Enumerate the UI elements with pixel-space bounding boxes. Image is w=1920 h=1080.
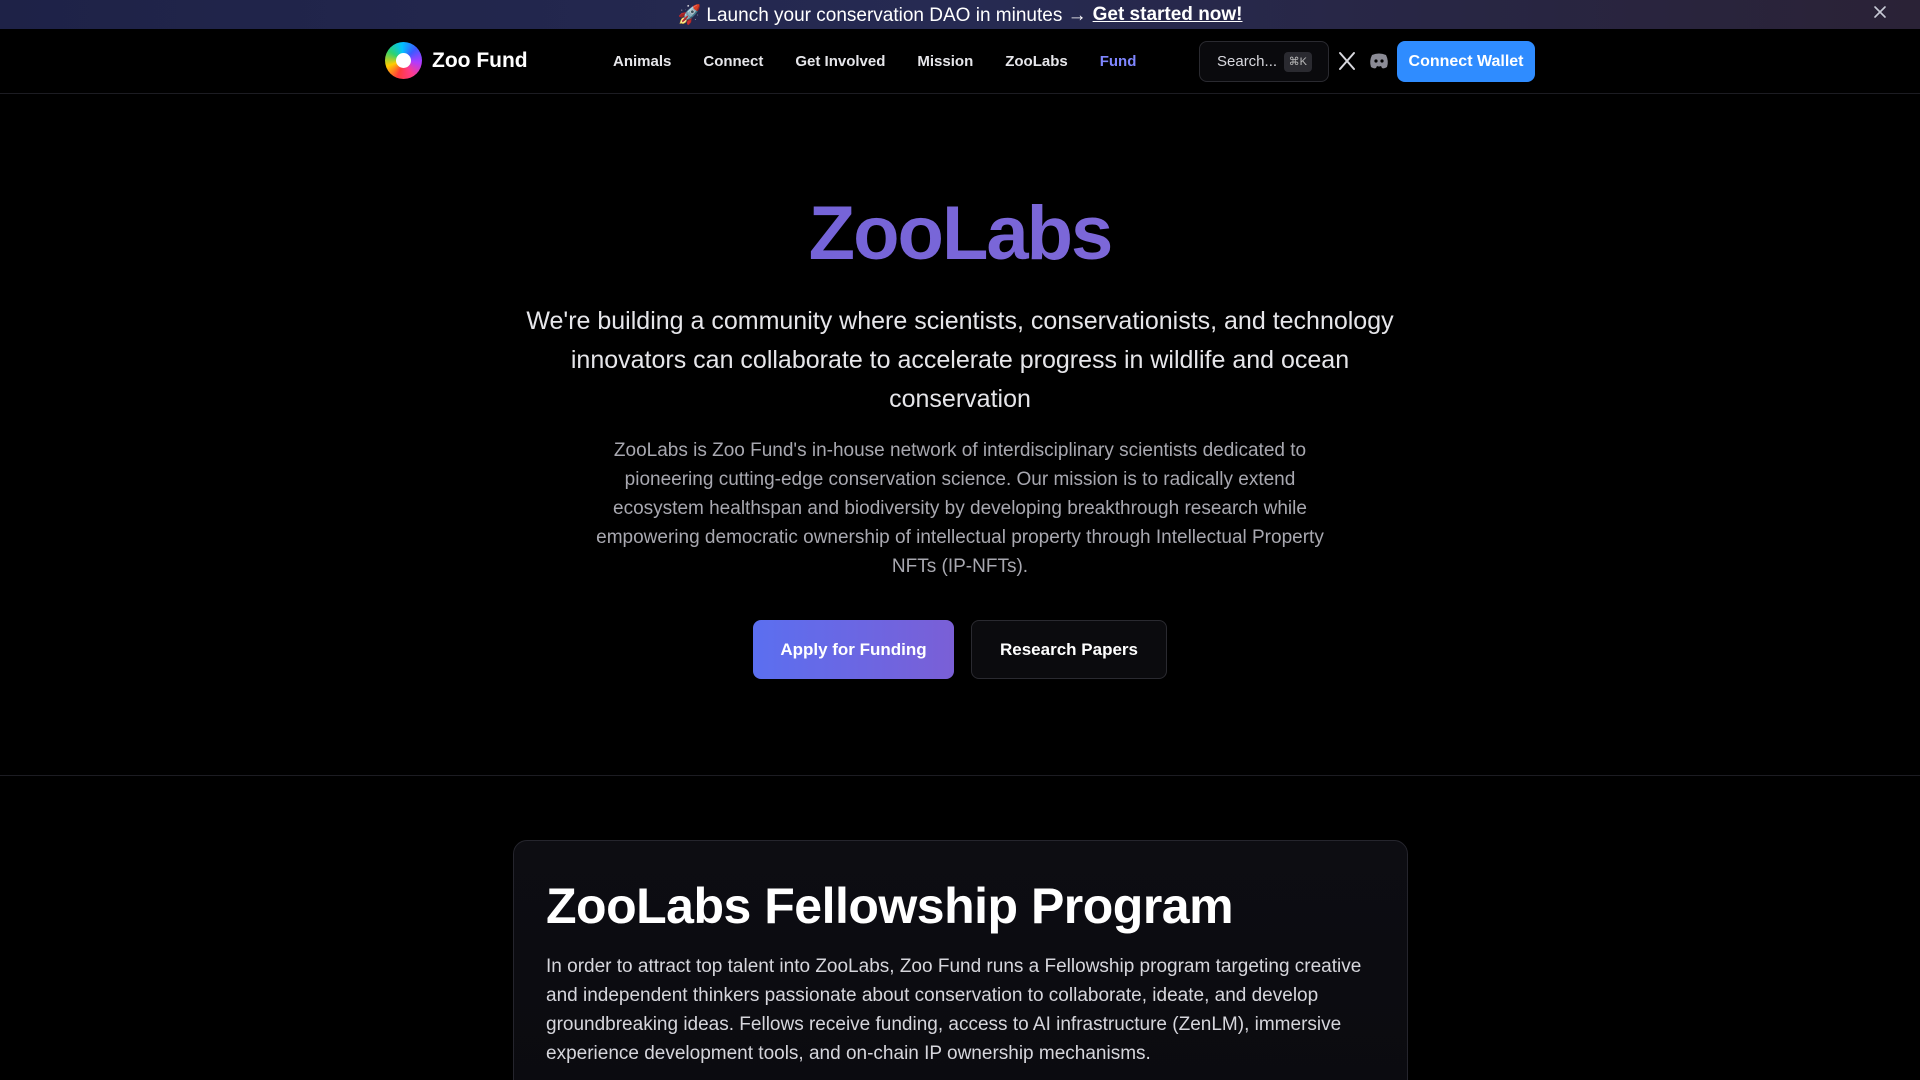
search-button[interactable]: Search... ⌘K: [1199, 41, 1329, 82]
nav-links: Animals Connect Get Involved Mission Zoo…: [613, 29, 1168, 94]
search-placeholder: Search...: [1217, 53, 1278, 70]
search-shortcut: ⌘K: [1283, 52, 1312, 72]
x-icon[interactable]: [1337, 51, 1357, 71]
fellowship-title: ZooLabs Fellowship Program: [546, 878, 1234, 934]
zoo-fund-logo: [385, 42, 422, 79]
announcement-text: 🚀 Launch your conservation DAO in minute…: [677, 4, 1087, 26]
brand-link[interactable]: Zoo Fund: [385, 42, 528, 79]
hero-lead: We're building a community where scienti…: [526, 307, 1394, 413]
nav-link-connect[interactable]: Connect: [703, 53, 763, 70]
section-divider: [0, 775, 1920, 776]
connect-wallet-button[interactable]: Connect Wallet: [1397, 41, 1535, 82]
nav-link-zoolabs[interactable]: ZooLabs: [1005, 53, 1068, 70]
close-icon-svg: [1874, 6, 1886, 18]
close-icon[interactable]: [1870, 4, 1890, 24]
nav-link-animals[interactable]: Animals: [613, 53, 671, 70]
fellowship-description: In order to attract top talent into ZooL…: [546, 956, 1362, 1064]
research-papers-button[interactable]: Research Papers: [971, 620, 1167, 679]
page-title: ZooLabs: [0, 190, 1920, 277]
fellowship-card: ZooLabs Fellowship Program In order to a…: [513, 840, 1408, 1080]
nav-link-fund[interactable]: Fund: [1100, 53, 1137, 70]
nav-link-get-involved[interactable]: Get Involved: [795, 53, 885, 70]
brand-name: Zoo Fund: [432, 48, 528, 72]
apply-for-funding-button[interactable]: Apply for Funding: [753, 620, 954, 679]
nav-link-mission[interactable]: Mission: [917, 53, 973, 70]
top-navigation: Zoo Fund Animals Connect Get Involved Mi…: [0, 29, 1920, 94]
x-icon-svg: [1339, 52, 1355, 70]
announcement-cta-link[interactable]: Get started now!: [1093, 4, 1243, 26]
discord-icon-svg: [1370, 53, 1388, 69]
announcement-bar: 🚀 Launch your conservation DAO in minute…: [0, 0, 1920, 29]
discord-icon[interactable]: [1368, 51, 1390, 71]
hero-description: ZooLabs is Zoo Fund's in-house network o…: [596, 440, 1324, 577]
